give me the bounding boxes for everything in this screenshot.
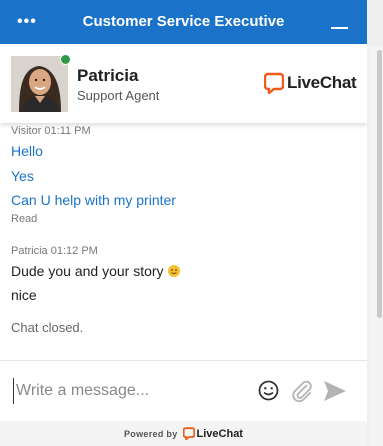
message-input[interactable] bbox=[13, 378, 248, 404]
visitor-message-meta: Visitor 01:11 PM bbox=[11, 125, 91, 137]
online-status-indicator bbox=[60, 54, 71, 65]
agent-message-text: Dude you and your story bbox=[11, 263, 164, 279]
header-title: Customer Service Executive bbox=[82, 13, 285, 30]
agent-name: Patricia bbox=[77, 66, 139, 85]
livechat-logo: LiveChat bbox=[264, 72, 357, 94]
message-composer bbox=[0, 360, 367, 421]
emoji-icon[interactable] bbox=[258, 380, 279, 401]
minimize-icon[interactable] bbox=[331, 27, 348, 29]
agent-card: Patricia Support Agent LiveChat bbox=[0, 44, 367, 123]
agent-role: Support Agent bbox=[77, 88, 160, 103]
footer-branding: Powered by LiveChat bbox=[0, 421, 367, 446]
visitor-message: Can U help with my printer bbox=[11, 192, 176, 208]
chat-widget: ••• Customer Service Executive Patricia … bbox=[0, 0, 367, 446]
menu-dots-icon[interactable]: ••• bbox=[17, 13, 41, 31]
chat-header: ••• Customer Service Executive bbox=[0, 0, 367, 44]
avatar bbox=[11, 56, 68, 112]
powered-by-label: Powered by bbox=[124, 428, 178, 439]
agent-message: Dude you and your story bbox=[11, 262, 180, 280]
chat-closed-status: Chat closed. bbox=[11, 320, 84, 335]
scrollbar-thumb[interactable] bbox=[377, 50, 382, 318]
smiley-emoji-icon bbox=[167, 265, 180, 277]
agent-message-meta: Patricia 01:12 PM bbox=[11, 245, 98, 257]
read-receipt: Read bbox=[11, 213, 38, 225]
livechat-logo-icon bbox=[264, 72, 284, 94]
visitor-message: Hello bbox=[11, 143, 43, 159]
agent-message: nice bbox=[11, 287, 37, 303]
livechat-footer-brand[interactable]: LiveChat bbox=[197, 428, 243, 440]
visitor-message: Yes bbox=[11, 168, 34, 184]
livechat-logo-text: LiveChat bbox=[287, 73, 357, 92]
attachment-icon[interactable] bbox=[290, 379, 314, 403]
send-icon[interactable] bbox=[322, 379, 348, 403]
livechat-footer-logo-icon bbox=[182, 427, 195, 440]
